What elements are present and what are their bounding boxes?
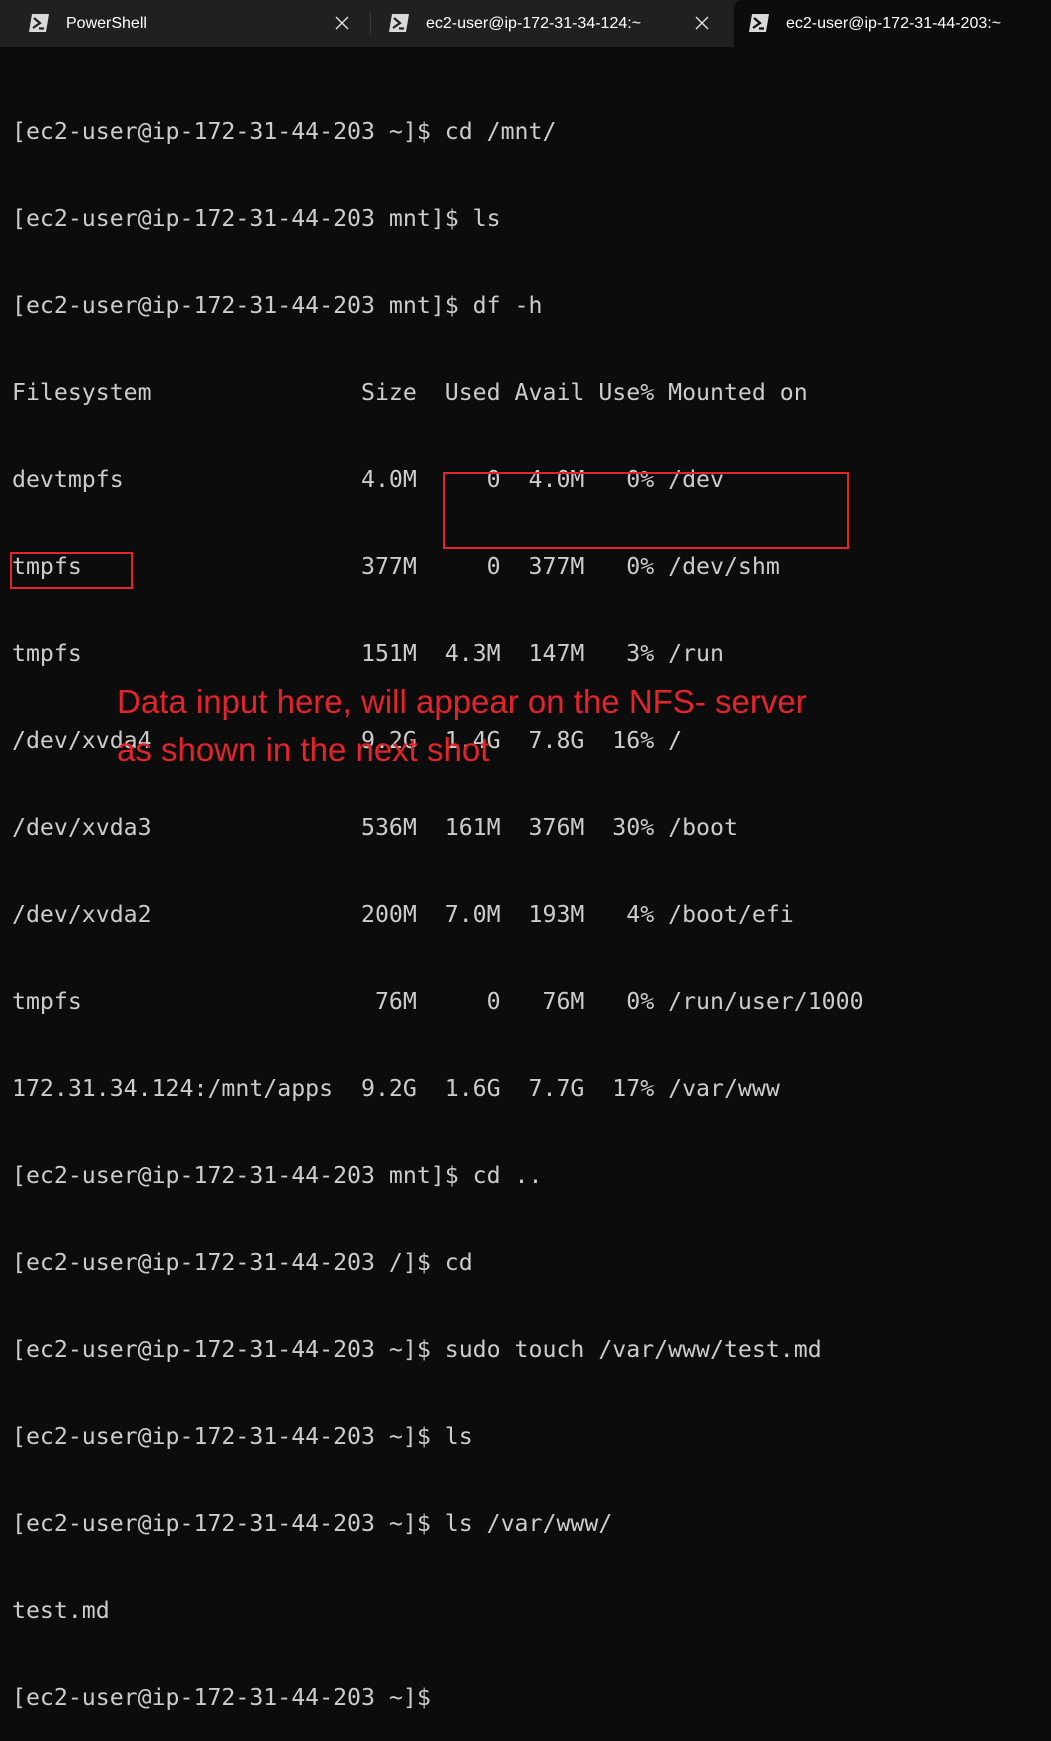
terminal-prompt: [ec2-user@ip-172-31-44-203 ~]$ <box>12 1684 431 1711</box>
terminal-line: /dev/xvda2 200M 7.0M 193M 4% /boot/efi <box>12 901 794 928</box>
close-icon[interactable] <box>691 12 713 34</box>
terminal-line: [ec2-user@ip-172-31-44-203 mnt]$ cd .. <box>12 1162 543 1189</box>
tab-label: ec2-user@ip-172-31-34-124:~ <box>426 15 642 32</box>
close-icon[interactable] <box>331 12 353 34</box>
terminal-line: tmpfs 377M 0 377M 0% /dev/shm <box>12 553 780 580</box>
terminal-line: [ec2-user@ip-172-31-44-203 ~]$ ls /var/w… <box>12 1510 613 1537</box>
tab-ssh-34-124[interactable]: ec2-user@ip-172-31-34-124:~ <box>372 0 732 47</box>
tab-label: PowerShell <box>66 15 147 32</box>
terminal-line: [ec2-user@ip-172-31-44-203 /]$ cd <box>12 1249 473 1276</box>
tab-powershell[interactable]: PowerShell <box>0 0 370 47</box>
terminal-line: [ec2-user@ip-172-31-44-203 mnt]$ ls <box>12 205 501 232</box>
tab-ssh-44-203[interactable]: ec2-user@ip-172-31-44-203:~ <box>734 0 1051 47</box>
annotation-line: as shown in the next shot <box>117 731 490 768</box>
terminal-line: [ec2-user@ip-172-31-44-203 ~]$ cd /mnt/ <box>12 118 557 145</box>
annotation-text: Data input here, will appear on the NFS-… <box>117 678 1017 774</box>
terminal-line: /dev/xvda3 536M 161M 376M 30% /boot <box>12 814 738 841</box>
tab-divider <box>370 12 371 34</box>
terminal-line: [ec2-user@ip-172-31-44-203 ~]$ ls <box>12 1423 473 1450</box>
terminal-line: test.md <box>12 1597 110 1624</box>
terminal-line: tmpfs 76M 0 76M 0% /run/user/1000 <box>12 988 864 1015</box>
highlight-box-commands <box>443 472 849 549</box>
tab-bar: PowerShell ec2-user@ip-172-31-34-124:~ e… <box>0 0 1051 47</box>
powershell-icon <box>748 13 770 33</box>
terminal-line: [ec2-user@ip-172-31-44-203 ~]$ sudo touc… <box>12 1336 822 1363</box>
tab-label: ec2-user@ip-172-31-44-203:~ <box>786 15 1002 32</box>
terminal-line: 172.31.34.124:/mnt/apps 9.2G 1.6G 7.7G 1… <box>12 1075 780 1102</box>
terminal-line: tmpfs 151M 4.3M 147M 3% /run <box>12 640 724 667</box>
terminal-line: [ec2-user@ip-172-31-44-203 mnt]$ df -h <box>12 292 543 319</box>
powershell-icon <box>388 13 410 33</box>
terminal-line: Filesystem Size Used Avail Use% Mounted … <box>12 379 808 406</box>
highlight-box-output <box>10 552 133 589</box>
powershell-icon <box>28 13 50 33</box>
annotation-line: Data input here, will appear on the NFS-… <box>117 683 807 720</box>
